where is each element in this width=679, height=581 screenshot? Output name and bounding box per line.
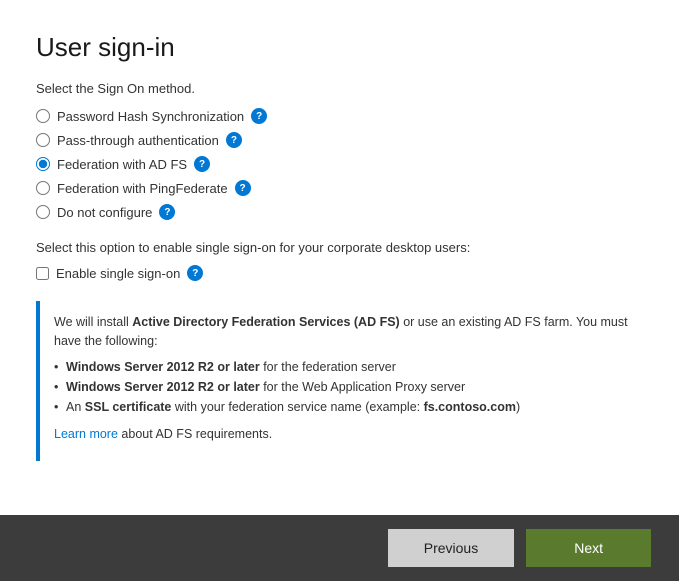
info-learn-more-paragraph: Learn more about AD FS requirements. <box>54 425 629 444</box>
info-bullet-3: An SSL certificate with your federation … <box>54 397 629 417</box>
learn-more-suffix: about AD FS requirements. <box>118 427 272 441</box>
page-title: User sign-in <box>36 32 643 63</box>
sso-checkbox[interactable] <box>36 267 49 280</box>
bullet3-bold: SSL certificate <box>85 400 172 414</box>
sign-on-label-text: Select the Sign On method. <box>36 81 195 96</box>
radio-item-do-not-configure[interactable]: Do not configure ? <box>36 204 643 220</box>
info-box: We will install Active Directory Federat… <box>36 301 643 461</box>
next-button[interactable]: Next <box>526 529 651 567</box>
sso-section: Select this option to enable single sign… <box>36 240 643 281</box>
help-icon-adfs[interactable]: ? <box>194 156 210 172</box>
sso-checkbox-label: Enable single sign-on <box>56 266 180 281</box>
radio-adfs-label: Federation with AD FS <box>57 157 187 172</box>
info-bullet-1: Windows Server 2012 R2 or later for the … <box>54 357 629 377</box>
radio-pingfederate[interactable] <box>36 181 50 195</box>
help-icon-password-hash[interactable]: ? <box>251 108 267 124</box>
radio-item-passthrough[interactable]: Pass-through authentication ? <box>36 132 643 148</box>
help-icon-do-not-configure[interactable]: ? <box>159 204 175 220</box>
help-icon-passthrough[interactable]: ? <box>226 132 242 148</box>
radio-adfs[interactable] <box>36 157 50 171</box>
radio-password-hash-label: Password Hash Synchronization <box>57 109 244 124</box>
footer: Previous Next <box>0 515 679 581</box>
info-bullets-list: Windows Server 2012 R2 or later for the … <box>54 357 629 417</box>
sso-section-label: Select this option to enable single sign… <box>36 240 643 255</box>
help-icon-sso[interactable]: ? <box>187 265 203 281</box>
radio-do-not-configure[interactable] <box>36 205 50 219</box>
info-bullet-2: Windows Server 2012 R2 or later for the … <box>54 377 629 397</box>
info-paragraph: We will install Active Directory Federat… <box>54 313 629 351</box>
learn-more-link[interactable]: Learn more <box>54 427 118 441</box>
bullet1-bold: Windows Server 2012 R2 or later <box>66 360 260 374</box>
radio-item-password-hash[interactable]: Password Hash Synchronization ? <box>36 108 643 124</box>
info-bold-adfs: Active Directory Federation Services (AD… <box>132 315 399 329</box>
sso-checkbox-item[interactable]: Enable single sign-on ? <box>36 265 643 281</box>
bullet3-code: fs.contoso.com <box>424 400 516 414</box>
radio-do-not-configure-label: Do not configure <box>57 205 152 220</box>
bullet2-bold: Windows Server 2012 R2 or later <box>66 380 260 394</box>
help-icon-pingfederate[interactable]: ? <box>235 180 251 196</box>
radio-item-adfs[interactable]: Federation with AD FS ? <box>36 156 643 172</box>
radio-item-pingfederate[interactable]: Federation with PingFederate ? <box>36 180 643 196</box>
sign-on-section-label: Select the Sign On method. <box>36 81 643 96</box>
radio-password-hash[interactable] <box>36 109 50 123</box>
radio-passthrough[interactable] <box>36 133 50 147</box>
main-content: User sign-in Select the Sign On method. … <box>0 0 679 515</box>
sign-on-radio-group: Password Hash Synchronization ? Pass-thr… <box>36 108 643 220</box>
radio-pingfederate-label: Federation with PingFederate <box>57 181 228 196</box>
previous-button[interactable]: Previous <box>388 529 514 567</box>
radio-passthrough-label: Pass-through authentication <box>57 133 219 148</box>
